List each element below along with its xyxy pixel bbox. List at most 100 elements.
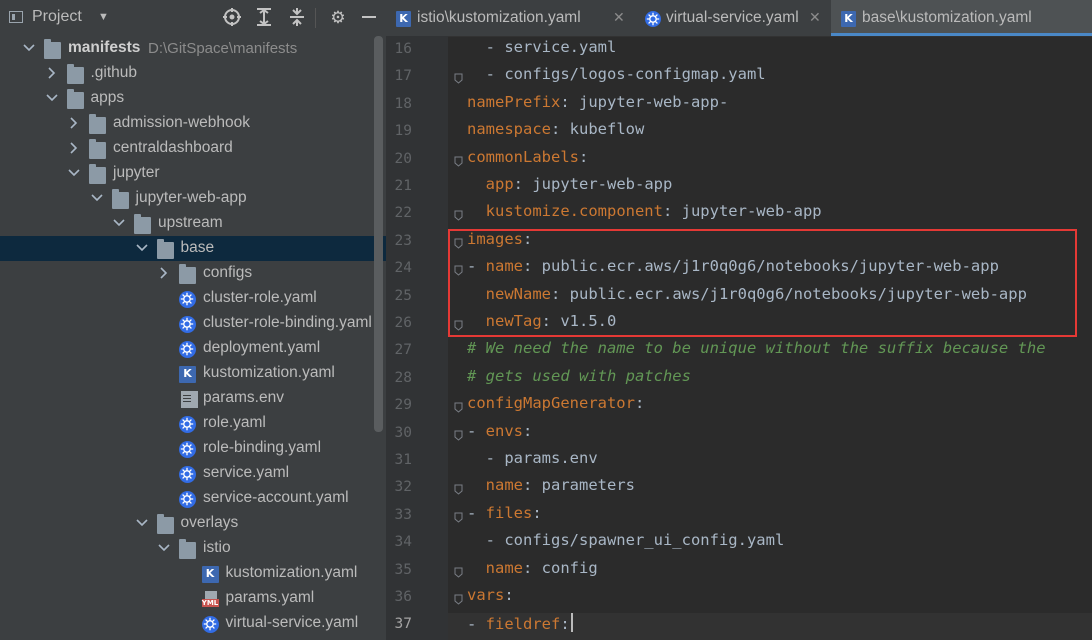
- code-line[interactable]: - envs:: [467, 422, 532, 449]
- code-line[interactable]: - files:: [467, 504, 542, 531]
- line-number: 18: [394, 95, 412, 112]
- yaml-value: :: [532, 503, 542, 522]
- tree-file[interactable]: role.yaml: [0, 411, 386, 436]
- close-icon[interactable]: ✕: [613, 9, 625, 26]
- project-title[interactable]: Project: [32, 8, 82, 26]
- project-scrollbar[interactable]: [374, 36, 383, 432]
- close-icon[interactable]: ✕: [809, 9, 821, 26]
- tree-file[interactable]: cluster-role-binding.yaml: [0, 311, 386, 336]
- tree-folder[interactable]: overlays: [0, 511, 386, 536]
- tree-folder[interactable]: istio: [0, 536, 386, 561]
- tree-item-label: cluster-role.yaml: [203, 289, 317, 306]
- chevron-down-icon[interactable]: [45, 91, 58, 105]
- editor-tab[interactable]: Kistio\kustomization.yaml ✕: [386, 0, 635, 36]
- code-line[interactable]: kustomize.component: jupyter-web-app: [467, 202, 822, 229]
- code-line[interactable]: name: parameters: [467, 476, 635, 503]
- chevron-down-icon[interactable]: [113, 216, 125, 230]
- tree-folder[interactable]: jupyter: [0, 161, 386, 186]
- yaml-key: envs: [485, 421, 523, 440]
- collapse-all-icon[interactable]: [286, 7, 308, 29]
- yaml-key: app: [485, 175, 514, 193]
- code-line[interactable]: namespace: kubeflow: [467, 120, 644, 147]
- tree-item-label: apps: [90, 89, 125, 106]
- kubernetes-icon: [179, 416, 196, 433]
- chevron-right-icon[interactable]: [68, 141, 80, 155]
- line-number: 36: [394, 589, 412, 605]
- locate-file-icon[interactable]: [221, 7, 243, 29]
- code-line[interactable]: - fieldref:: [467, 613, 573, 640]
- chevron-down-icon[interactable]: [135, 516, 148, 530]
- gear-icon[interactable]: ⚙: [327, 7, 349, 29]
- code-line[interactable]: # We need the name to be unique without …: [467, 339, 1046, 366]
- fold-marker-icon[interactable]: [454, 510, 463, 523]
- fold-marker-icon[interactable]: [454, 592, 463, 605]
- tree-folder[interactable]: manifests D:\GitSpace\manifests: [0, 36, 386, 61]
- chevron-down-icon[interactable]: [135, 241, 148, 255]
- chevron-right-icon[interactable]: [46, 66, 58, 80]
- editor-tab[interactable]: Kbase\kustomization.yaml: [831, 0, 1092, 36]
- code-line[interactable]: vars:: [467, 586, 514, 613]
- tree-file[interactable]: Kkustomization.yaml: [0, 561, 386, 586]
- chevron-right-icon[interactable]: [68, 116, 80, 130]
- tree-file[interactable]: virtual-service.yaml: [0, 611, 386, 636]
- tree-folder[interactable]: base: [0, 236, 386, 261]
- fold-marker-icon[interactable]: [454, 208, 463, 222]
- tree-item-label: admission-webhook: [113, 114, 250, 131]
- code-line[interactable]: - params.env: [467, 449, 598, 476]
- tree-folder[interactable]: apps: [0, 86, 386, 111]
- code-line[interactable]: app: jupyter-web-app: [467, 175, 673, 202]
- fold-marker-icon[interactable]: [454, 428, 463, 441]
- kustomize-icon: K: [179, 366, 196, 383]
- code-line[interactable]: configMapGenerator:: [467, 394, 644, 421]
- tree-folder[interactable]: .github: [0, 61, 386, 86]
- code-editor[interactable]: - service.yaml - configs/logos-configmap…: [467, 36, 1092, 640]
- code-line[interactable]: - configs/spawner_ui_config.yaml: [467, 531, 785, 558]
- tree-folder[interactable]: jupyter-web-app: [0, 186, 386, 211]
- tree-folder[interactable]: upstream: [0, 211, 386, 236]
- fold-marker-icon[interactable]: [454, 400, 463, 413]
- yaml-value: : parameters: [523, 476, 635, 495]
- fold-marker-icon[interactable]: [454, 482, 463, 496]
- tree-file[interactable]: service.yaml: [0, 461, 386, 486]
- tree-folder[interactable]: admission-webhook: [0, 111, 386, 136]
- fold-marker-icon[interactable]: [454, 565, 463, 578]
- tree-item-label: istio: [203, 539, 231, 556]
- code-line[interactable]: - service.yaml: [467, 38, 617, 65]
- fold-marker-icon[interactable]: [454, 154, 463, 167]
- expand-all-icon[interactable]: [253, 7, 275, 29]
- code-line[interactable]: commonLabels:: [467, 148, 588, 175]
- folder-icon: [89, 114, 106, 134]
- chevron-right-icon[interactable]: [158, 266, 170, 280]
- tree-folder[interactable]: configs: [0, 261, 386, 286]
- yaml-file-icon: YML: [201, 591, 219, 608]
- chevron-down-icon[interactable]: [23, 41, 35, 55]
- tree-file[interactable]: deployment.yaml: [0, 336, 386, 361]
- chevron-down-icon[interactable]: [90, 191, 103, 205]
- line-number: 31: [394, 452, 412, 468]
- hide-panel-icon[interactable]: [358, 7, 380, 29]
- chevron-down-icon[interactable]: [68, 166, 80, 180]
- line-number: 17: [394, 68, 412, 85]
- tree-file[interactable]: cluster-role.yaml: [0, 286, 386, 311]
- tree-folder[interactable]: centraldashboard: [0, 136, 386, 161]
- kubernetes-icon: [179, 466, 196, 483]
- code-line[interactable]: # gets used with patches: [467, 367, 691, 394]
- editor-tab[interactable]: virtual-service.yaml ✕: [635, 0, 831, 36]
- code-comment: # gets used with patches: [467, 366, 691, 385]
- code-line[interactable]: namePrefix: jupyter-web-app-: [467, 93, 728, 120]
- yaml-key: kustomize.component: [485, 202, 663, 221]
- tree-item-label: .github: [90, 64, 138, 81]
- yaml-key: fieldref: [485, 615, 561, 634]
- fold-marker-icon[interactable]: [454, 71, 463, 85]
- chevron-down-icon[interactable]: [158, 541, 170, 555]
- tree-file[interactable]: service-account.yaml: [0, 486, 386, 511]
- line-number: 28: [394, 369, 412, 386]
- code-line[interactable]: name: config: [467, 559, 598, 586]
- tree-file[interactable]: role-binding.yaml: [0, 436, 386, 461]
- line-number: 19: [394, 123, 412, 140]
- tree-file[interactable]: Kkustomization.yaml: [0, 361, 386, 386]
- chevron-down-icon[interactable]: ▼: [98, 11, 109, 23]
- code-line[interactable]: - configs/logos-configmap.yaml: [467, 65, 766, 92]
- tree-file[interactable]: params.env: [0, 386, 386, 411]
- tree-file[interactable]: YML params.yaml: [0, 586, 386, 611]
